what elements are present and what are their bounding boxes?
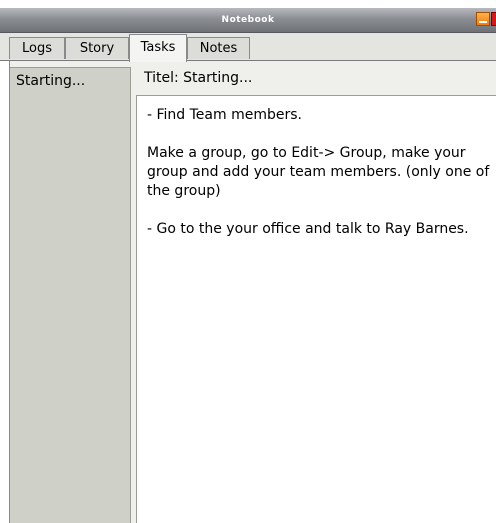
task-paragraph: - Find Team members. [147,107,302,123]
task-list[interactable]: Starting... [10,67,131,523]
task-paragraph: - Go to the your office and talk to Ray … [147,221,469,237]
task-paragraph: Make a group, go to Edit-> Group, make y… [147,145,490,199]
window-title: Notebook [221,15,275,25]
tab-notes[interactable]: Notes [187,37,250,59]
notebook-window: Notebook Logs Story Tasks Notes Starting… [0,0,496,523]
tab-tasks[interactable]: Tasks [129,34,187,62]
task-title: Titel: Starting... [144,70,253,86]
title-bar[interactable]: Notebook [0,8,496,33]
tab-bar: Logs Story Tasks Notes [0,33,496,62]
tab-logs[interactable]: Logs [9,37,65,59]
task-description: - Find Team members. Make a group, go to… [136,95,496,523]
task-list-item[interactable]: Starting... [16,73,85,89]
tasks-panel: Starting... Titel: Starting... - Find Te… [9,61,496,523]
close-button[interactable] [491,12,496,26]
tab-story[interactable]: Story [65,37,129,59]
minimize-button[interactable] [476,12,490,26]
minimize-icon [479,21,487,23]
